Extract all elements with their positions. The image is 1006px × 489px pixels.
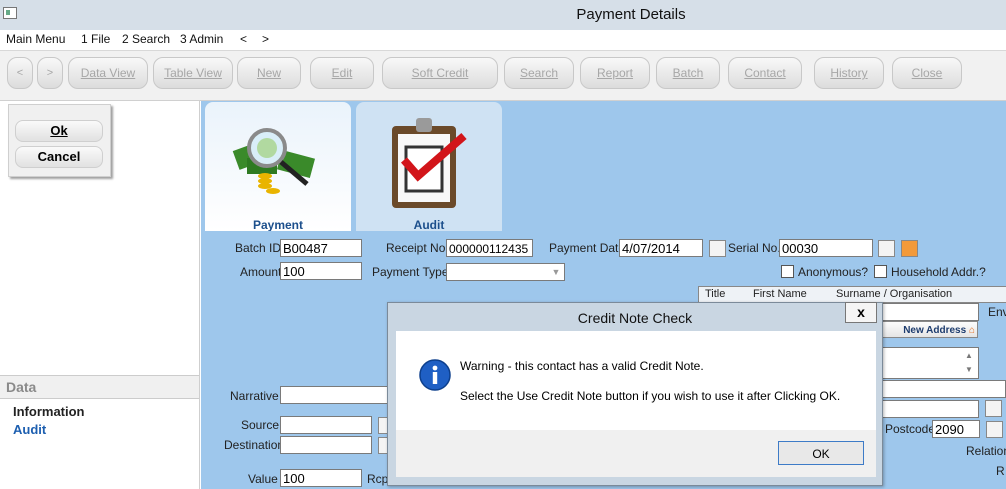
value-field[interactable]: 100 [280,469,362,487]
contact-button[interactable]: Contact [728,57,802,89]
table-view-button[interactable]: Table View [153,57,233,89]
postcode-lookup-icon[interactable] [986,421,1003,438]
anonymous-label: Anonymous? [798,265,869,279]
tab-payment[interactable]: Payment [205,102,351,232]
soft-credit-button[interactable]: Soft Credit [382,57,498,89]
menu-admin[interactable]: 3 Admin [180,32,223,46]
report-button[interactable]: Report [580,57,650,89]
title-bar: Payment Details [0,0,1006,30]
amount-field[interactable]: 100 [280,262,362,280]
nav-back-button[interactable]: < [7,57,33,89]
calendar-icon[interactable] [709,240,726,257]
source-label: Source [241,418,280,432]
info-link[interactable]: Information [13,404,85,419]
scroll-arrows-icon[interactable]: ▲ ▼ [962,349,976,377]
dialog-instruction-text: Select the Use Credit Note button if you… [460,389,841,403]
payment-date-label: Payment Date [549,241,626,255]
menu-search[interactable]: 2 Search [122,32,170,46]
batch-id-field[interactable]: B00487 [280,239,362,257]
clipboard-check-icon [392,118,467,208]
surname-column: Surname / Organisation [836,288,953,300]
surname-field[interactable] [880,303,979,321]
postcode-label: Postcode [885,422,936,436]
menu-file[interactable]: 1 File [81,32,110,46]
household-label: Household Addr.? [891,265,986,279]
postcode-field[interactable]: 2090 [932,420,980,438]
destination-field[interactable] [280,436,372,454]
contact-grid-header: Title First Name Surname / Organisation [698,286,1006,303]
history-button[interactable]: History [814,57,884,89]
ok-button[interactable]: Ok [15,120,103,142]
data-view-button[interactable]: Data View [68,57,148,89]
toolbar: < > Data View Table View New Edit Soft C… [0,51,1006,101]
dialog-warning-text: Warning - this contact has a valid Credi… [460,359,704,373]
anonymous-checkbox[interactable] [781,265,794,278]
serial-field[interactable]: 00030 [779,239,873,257]
value-label: Value [248,472,278,486]
narrative-field[interactable] [280,386,390,404]
new-button[interactable]: New [237,57,301,89]
address-lookup-icon[interactable] [985,400,1002,417]
env-label: Env [988,305,1006,319]
window-title: Payment Details [576,6,686,23]
household-checkbox[interactable] [874,265,887,278]
audit-link[interactable]: Audit [13,422,46,437]
dialog-ok-button[interactable]: OK [778,441,864,465]
search-button[interactable]: Search [504,57,574,89]
source-field[interactable] [280,416,372,434]
new-address-button[interactable]: New Address ⌂ [882,321,978,338]
serial-label: Serial No. [728,241,781,255]
r-label: R [996,464,1005,478]
ok-cancel-box: Ok Cancel [8,104,111,177]
narrative-label: Narrative [230,389,279,403]
data-header-label: Data [6,379,37,395]
close-button[interactable]: Close [892,57,962,89]
menu-main[interactable]: Main Menu [6,32,65,46]
relation-label: Relation [966,444,1006,458]
tab-audit-label: Audit [413,218,445,232]
receipt-field[interactable]: 000000112435 [446,239,533,257]
menu-back[interactable]: < [240,32,247,46]
nav-forward-button[interactable]: > [37,57,63,89]
edit-button[interactable]: Edit [310,57,374,89]
lookup-icon[interactable] [878,240,895,257]
first-name-column: First Name [753,288,807,300]
dialog-title: Credit Note Check [577,310,693,326]
tab-payment-label: Payment [252,218,304,232]
menu-forward[interactable]: > [262,32,269,46]
receipt-label: Receipt No. [386,241,449,255]
payment-icon [232,128,316,194]
payment-date-field[interactable]: 4/07/2014 [619,239,703,257]
info-icon [419,359,451,391]
data-section-header: Data [0,375,199,399]
new-address-label: New Address [903,325,967,336]
cancel-button[interactable]: Cancel [15,146,103,168]
batch-button[interactable]: Batch [656,57,720,89]
dialog-close-button[interactable]: x [845,302,877,323]
suburb-field[interactable] [880,380,1006,398]
dialog-body: Warning - this contact has a valid Credi… [396,331,876,430]
amount-label: Amount [240,265,282,279]
state-field[interactable] [880,400,979,418]
chevron-down-icon[interactable]: ▼ [548,264,564,280]
house-icon: ⌂ [968,325,975,336]
menu-bar: Main Menu 1 File 2 Search 3 Admin < > [0,30,1006,51]
destination-label: Destination [224,438,285,452]
title-column: Title [705,288,726,300]
payment-type-label: Payment Type [372,265,449,279]
batch-id-label: Batch ID [235,241,282,255]
person-icon[interactable] [901,240,918,257]
tab-audit[interactable]: Audit [356,102,502,232]
